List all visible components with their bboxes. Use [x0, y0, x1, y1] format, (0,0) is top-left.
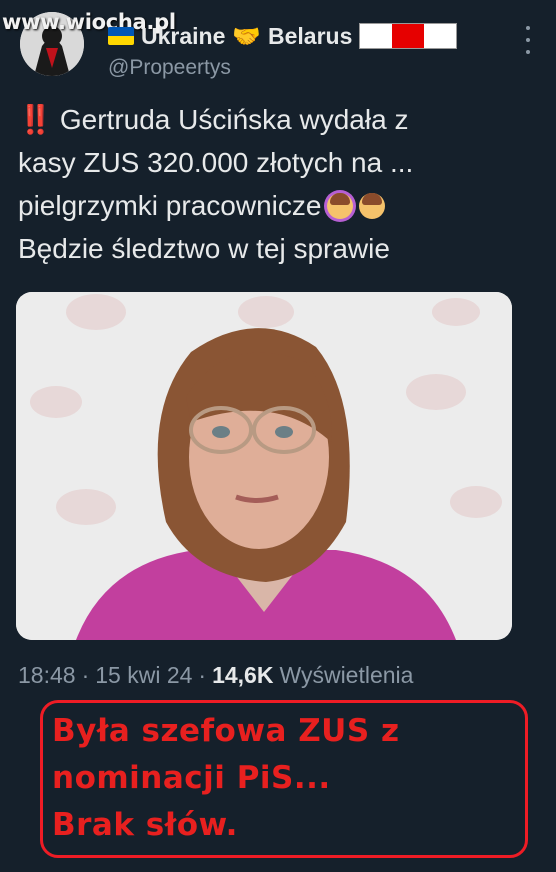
tweet-text: ‼️ Gertruda Uścińska wydała z kasy ZUS 3…	[18, 98, 548, 270]
display-name-part1: Ukraine	[141, 22, 226, 49]
tweet-line-4: Będzie śledztwo w tej sprawie	[18, 233, 390, 264]
tweet-line-3-text: pielgrzymki pracownicze	[18, 190, 322, 221]
tweet-photo[interactable]	[16, 292, 512, 640]
tweet-line-1-text: Gertruda Uścińska wydała z	[59, 104, 409, 135]
woman-emoji-icon	[327, 192, 354, 219]
user-handle[interactable]: @Propeertys	[108, 56, 231, 80]
tweet-time[interactable]: 18:48	[18, 662, 76, 689]
belarus-flag-icon	[359, 23, 458, 49]
caption-line-1: Była szefowa ZUS z	[52, 713, 400, 749]
tweet-header: www.wiocha.pl Ukraine 🤝 Belarus @Propeer…	[0, 0, 556, 96]
tweet-meta: 18:48 · 15 kwi 24 · 14,6K Wyświetlenia	[18, 662, 413, 689]
tweet-line-3: pielgrzymki pracownicze	[18, 184, 548, 227]
tweet-line-1: ‼️ Gertruda Uścińska wydała z	[18, 98, 548, 141]
more-icon[interactable]	[520, 26, 536, 54]
meta-separator: ·	[198, 662, 207, 688]
double-exclamation-icon: ‼️	[18, 104, 53, 135]
tweet-line-2: kasy ZUS 320.000 złotych na ...	[18, 147, 414, 178]
display-name[interactable]: Ukraine 🤝 Belarus	[108, 20, 458, 52]
caption-text: Była szefowa ZUS z nominacji PiS... Brak…	[52, 708, 522, 849]
views-label: Wyświetlenia	[279, 662, 414, 688]
caption-line-2: nominacji PiS...	[52, 760, 331, 796]
portrait-image	[16, 292, 512, 640]
ukraine-flag-icon	[108, 27, 134, 45]
handshake-icon: 🤝	[232, 22, 262, 49]
facepalm-emoji-icon	[359, 192, 386, 219]
caption-line-3: Brak słów.	[52, 807, 238, 843]
views-count[interactable]: 14,6K	[212, 662, 273, 689]
meta-separator: ·	[81, 662, 90, 688]
tweet-date[interactable]: 15 kwi 24	[95, 662, 192, 689]
display-name-part2: Belarus	[268, 22, 353, 49]
